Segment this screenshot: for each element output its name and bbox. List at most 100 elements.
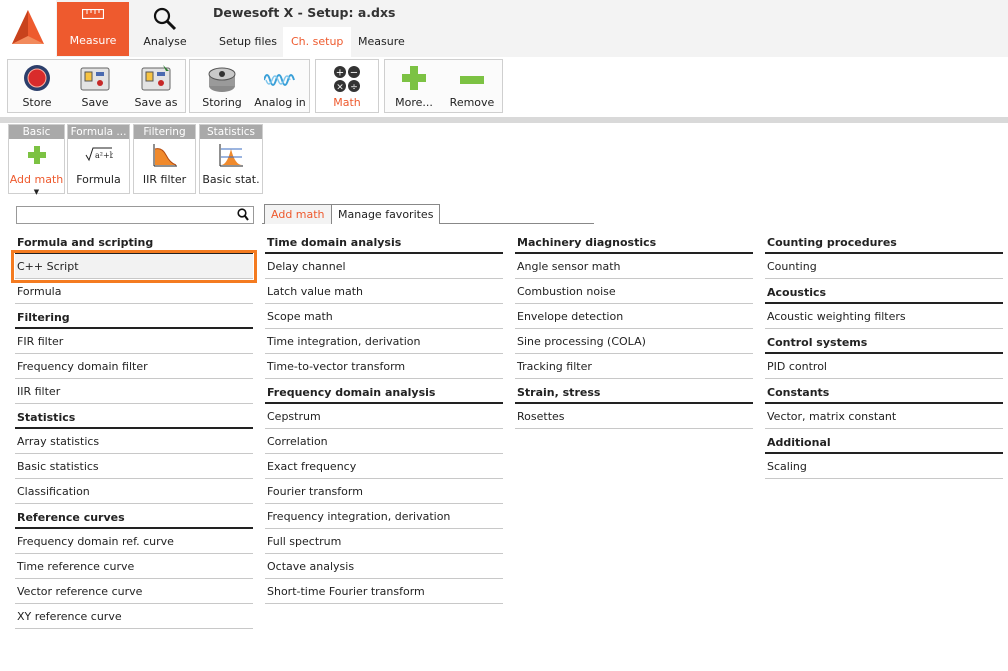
list-item-array-statistics[interactable]: Array statistics [15, 429, 253, 454]
list-item-scaling[interactable]: Scaling [765, 454, 1003, 479]
record-icon [23, 64, 51, 95]
search-icon[interactable] [237, 208, 249, 225]
list-item-time-to-vector-transform[interactable]: Time-to-vector transform [265, 354, 503, 379]
list-item-fourier-transform[interactable]: Fourier transform [265, 479, 503, 504]
math-column-3: Machinery diagnostics Angle sensor math … [515, 235, 753, 429]
list-item-vector-reference-curve[interactable]: Vector reference curve [15, 579, 253, 604]
ribbon-group-header: Statistics [200, 125, 262, 139]
math-ribbon: Basic Add math ▼ Formula ... a²+b² Formu… [0, 123, 1008, 196]
svg-text:×: × [336, 83, 344, 93]
more-label: More... [395, 96, 433, 109]
more-button[interactable]: More... [385, 60, 443, 112]
list-item-classification[interactable]: Classification [15, 479, 253, 504]
basic-stat-label: Basic stat. [202, 173, 260, 186]
dropdown-caret-icon[interactable]: ▼ [34, 188, 39, 196]
svg-text:−: − [350, 68, 358, 79]
list-item-full-spectrum[interactable]: Full spectrum [265, 529, 503, 554]
tab-ch-setup[interactable]: Ch. setup [283, 27, 352, 57]
list-item-tracking-filter[interactable]: Tracking filter [515, 354, 753, 379]
remove-button[interactable]: Remove [443, 60, 501, 112]
plus-icon [400, 64, 428, 95]
list-item-acoustic-weighting-filters[interactable]: Acoustic weighting filters [765, 304, 1003, 329]
list-item-vector-matrix-constant[interactable]: Vector, matrix constant [765, 404, 1003, 429]
toolbar: Store Save Save as Storing Analog in + −… [0, 57, 1008, 117]
list-item-xy-reference-curve[interactable]: XY reference curve [15, 604, 253, 629]
analog-in-button[interactable]: Analog in [252, 60, 308, 112]
save-as-label: Save as [134, 96, 178, 109]
mode-measure-button[interactable]: Measure [57, 2, 129, 56]
dewesoft-logo [0, 0, 56, 57]
category-filtering: Filtering [15, 310, 253, 329]
list-item-fir-filter[interactable]: FIR filter [15, 329, 253, 354]
toolbar-group-math: + − × ÷ Math [315, 59, 379, 113]
minus-icon [458, 74, 486, 87]
save-button[interactable]: Save [66, 60, 124, 112]
search-input[interactable] [17, 207, 232, 223]
list-item-cpp-script[interactable]: C++ Script [11, 250, 257, 283]
category-additional: Additional [765, 435, 1003, 454]
list-item-scope-math[interactable]: Scope math [265, 304, 503, 329]
window-title: Dewesoft X - Setup: a.dxs [213, 5, 396, 20]
list-item-formula[interactable]: Formula [15, 279, 253, 304]
storing-button[interactable]: Storing [194, 60, 250, 112]
list-item-exact-frequency[interactable]: Exact frequency [265, 454, 503, 479]
category-frequency-domain-analysis: Frequency domain analysis [265, 385, 503, 404]
basic-stat-button[interactable]: Basic stat. [200, 140, 262, 193]
list-item-time-reference-curve[interactable]: Time reference curve [15, 554, 253, 579]
analog-in-label: Analog in [254, 96, 306, 109]
list-item-pid-control[interactable]: PID control [765, 354, 1003, 379]
subtab-add-math[interactable]: Add math [264, 204, 332, 224]
category-time-domain-analysis: Time domain analysis [265, 235, 503, 254]
list-item-time-integration-derivation[interactable]: Time integration, derivation [265, 329, 503, 354]
math-column-4: Counting procedures Counting Acoustics A… [765, 235, 1003, 479]
ribbon-group-statistics: Statistics Basic stat. [199, 124, 263, 194]
iir-filter-button[interactable]: IIR filter [134, 140, 195, 193]
category-control-systems: Control systems [765, 335, 1003, 354]
save-as-button[interactable]: Save as [127, 60, 185, 112]
list-item-rosettes[interactable]: Rosettes [515, 404, 753, 429]
math-column-2: Time domain analysis Delay channel Latch… [265, 235, 503, 604]
remove-label: Remove [449, 96, 495, 109]
add-math-button[interactable]: Add math ▼ [9, 140, 64, 196]
dewesoft-logo-icon [12, 10, 44, 44]
mode-analyse-button[interactable]: Analyse [129, 2, 201, 56]
list-item-combustion-noise[interactable]: Combustion noise [515, 279, 753, 304]
list-item-correlation[interactable]: Correlation [265, 429, 503, 454]
search-box [16, 206, 254, 224]
category-acoustics: Acoustics [765, 285, 1003, 304]
iir-filter-label: IIR filter [142, 173, 187, 186]
list-item-envelope-detection[interactable]: Envelope detection [515, 304, 753, 329]
title-bar: Measure Analyse Dewesoft X - Setup: a.dx… [0, 0, 1008, 57]
category-counting-procedures: Counting procedures [765, 235, 1003, 254]
formula-icon: a²+b² [85, 146, 118, 165]
ribbon-group-filtering: Filtering IIR filter [133, 124, 196, 194]
list-item-sine-processing-cola[interactable]: Sine processing (COLA) [515, 329, 753, 354]
list-item-frequency-integration-derivation[interactable]: Frequency integration, derivation [265, 504, 503, 529]
storing-label: Storing [202, 96, 242, 109]
svg-text:÷: ÷ [350, 83, 358, 93]
list-item-octave-analysis[interactable]: Octave analysis [265, 554, 503, 579]
list-item-frequency-domain-filter[interactable]: Frequency domain filter [15, 354, 253, 379]
math-button[interactable]: + − × ÷ Math [316, 60, 378, 112]
tab-measure[interactable]: Measure [350, 27, 413, 57]
storing-disk-icon [207, 64, 237, 97]
formula-button[interactable]: a²+b² Formula [68, 140, 129, 193]
toolbar-group-file: Store Save Save as [7, 59, 186, 113]
store-button[interactable]: Store [8, 60, 66, 112]
list-item-short-time-fourier-transform[interactable]: Short-time Fourier transform [265, 579, 503, 604]
math-subtabs: Add math Manage favorites [262, 204, 594, 224]
list-item-delay-channel[interactable]: Delay channel [265, 254, 503, 279]
svg-text:a²+b²: a²+b² [95, 151, 113, 160]
list-item-frequency-domain-ref-curve[interactable]: Frequency domain ref. curve [15, 529, 253, 554]
list-item-basic-statistics[interactable]: Basic statistics [15, 454, 253, 479]
analog-signal-icon [263, 70, 296, 93]
subtab-manage-favorites[interactable]: Manage favorites [331, 204, 441, 224]
list-item-iir-filter[interactable]: IIR filter [15, 379, 253, 404]
list-item-latch-value-math[interactable]: Latch value math [265, 279, 503, 304]
list-item-cepstrum[interactable]: Cepstrum [265, 404, 503, 429]
ribbon-group-header: Basic [9, 125, 64, 139]
list-item-angle-sensor-math[interactable]: Angle sensor math [515, 254, 753, 279]
tab-setup-files[interactable]: Setup files [211, 27, 285, 57]
svg-text:+: + [336, 68, 344, 79]
list-item-counting[interactable]: Counting [765, 254, 1003, 279]
